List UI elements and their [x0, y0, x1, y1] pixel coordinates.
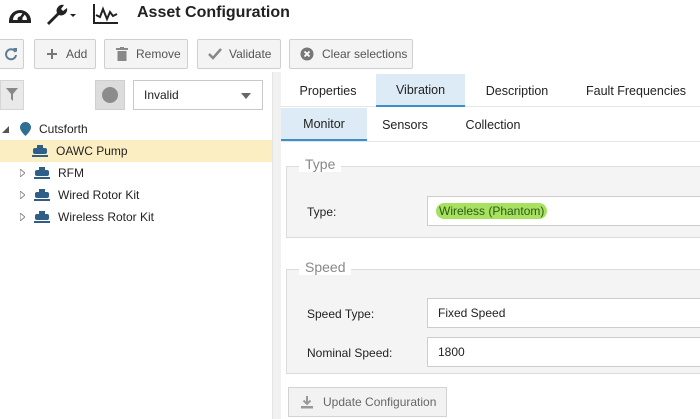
checkmark-icon — [207, 46, 223, 62]
asset-tree-pane: Invalid Cutsforth OAWC Pump RFM Wired Ro… — [0, 72, 272, 419]
location-pin-icon — [17, 122, 33, 136]
collapse-triangle-icon[interactable] — [1, 125, 9, 133]
expand-triangle-icon[interactable] — [18, 169, 26, 177]
tab-vibration[interactable]: Vibration — [376, 74, 465, 107]
download-arrow-icon — [299, 394, 315, 410]
speed-type-field[interactable]: Fixed Speed — [427, 298, 700, 328]
add-label: Add — [66, 47, 88, 61]
tree-node-cutsforth[interactable]: Cutsforth — [0, 118, 272, 140]
clear-selections-label: Clear selections — [322, 47, 408, 61]
nominal-speed-label: Nominal Speed: — [307, 346, 393, 360]
subtab-collection[interactable]: Collection — [451, 108, 535, 141]
status-indicator-button[interactable] — [95, 80, 125, 110]
type-value: Wireless (Phantom) — [436, 203, 548, 219]
tree-node-rfm[interactable]: RFM — [0, 162, 272, 184]
filter-button[interactable] — [0, 80, 24, 110]
subtab-label: Collection — [465, 117, 521, 132]
tree-node-label: Wireless Rotor Kit — [58, 210, 155, 224]
clear-circle-icon — [299, 46, 315, 62]
speed-type-value: Fixed Speed — [438, 306, 506, 320]
page-title: Asset Configuration — [137, 4, 290, 21]
type-label: Type: — [307, 205, 337, 219]
expand-triangle-icon[interactable] — [18, 191, 26, 199]
sub-tabs: Monitor Sensors Collection — [281, 108, 700, 142]
clear-selections-button[interactable]: Clear selections — [289, 39, 413, 69]
speedometer-icon[interactable] — [6, 2, 34, 26]
tree-node-label: Cutsforth — [39, 122, 88, 136]
funnel-icon — [6, 88, 18, 102]
tab-description[interactable]: Description — [467, 74, 567, 107]
tree-node-wired-rotor-kit[interactable]: Wired Rotor Kit — [0, 184, 272, 206]
tree-node-wireless-rotor-kit[interactable]: Wireless Rotor Kit — [0, 206, 272, 228]
trash-icon — [114, 46, 130, 62]
speed-legend: Speed — [299, 259, 352, 275]
remove-button[interactable]: Remove — [104, 39, 188, 69]
status-filter-select[interactable]: Invalid — [133, 80, 263, 110]
add-button[interactable]: Add — [34, 39, 96, 69]
subtab-label: Monitor — [303, 116, 345, 131]
type-fieldset: Type Type: Wireless (Phantom) — [286, 156, 700, 238]
speed-fieldset: Speed Speed Type: Fixed Speed Nominal Sp… — [286, 259, 700, 374]
tab-label: Description — [485, 83, 549, 98]
tab-label: Fault Frequencies — [586, 83, 687, 98]
pump-icon — [34, 166, 50, 180]
validate-label: Validate — [229, 47, 272, 61]
update-configuration-label: Update Configuration — [323, 395, 437, 409]
refresh-icon — [4, 47, 18, 61]
trend-chart-icon[interactable] — [92, 2, 120, 26]
chevron-down-icon — [241, 93, 251, 99]
tree-node-oawc-pump[interactable]: OAWC Pump — [0, 140, 272, 162]
nominal-speed-field[interactable]: 1800 — [427, 337, 700, 367]
pump-icon — [34, 210, 50, 224]
details-pane: Properties Vibration Description Fault F… — [281, 72, 700, 419]
tab-label: Vibration — [395, 82, 446, 97]
subtab-label: Sensors — [382, 117, 428, 132]
tab-properties[interactable]: Properties — [281, 74, 375, 107]
tab-label: Properties — [299, 83, 357, 98]
tab-fault-frequencies[interactable]: Fault Frequencies — [573, 74, 700, 107]
status-filter-value: Invalid — [144, 88, 179, 102]
subtab-monitor[interactable]: Monitor — [281, 108, 367, 141]
speed-type-label: Speed Type: — [307, 307, 375, 321]
tree-node-label: Wired Rotor Kit — [58, 188, 140, 202]
wrench-icon[interactable] — [44, 2, 80, 26]
tree-node-label: RFM — [58, 166, 84, 180]
status-circle-icon — [102, 87, 118, 103]
subtab-sensors[interactable]: Sensors — [369, 108, 441, 141]
plus-icon — [44, 46, 60, 62]
main-tabs: Properties Vibration Description Fault F… — [281, 74, 700, 107]
type-field[interactable]: Wireless (Phantom) — [427, 196, 700, 226]
pump-icon — [34, 188, 50, 202]
tree-node-label: OAWC Pump — [56, 144, 128, 158]
toolbar: Add Remove Validate Clear selections — [0, 37, 700, 70]
update-configuration-button[interactable]: Update Configuration — [288, 387, 447, 417]
type-legend: Type — [299, 156, 342, 172]
title-bar: Asset Configuration — [0, 0, 700, 30]
nominal-speed-value: 1800 — [438, 345, 465, 359]
remove-label: Remove — [136, 47, 181, 61]
refresh-button[interactable] — [0, 39, 24, 69]
validate-button[interactable]: Validate — [197, 39, 281, 69]
expand-triangle-icon[interactable] — [18, 213, 26, 221]
pane-splitter[interactable] — [272, 72, 281, 419]
pump-icon — [32, 144, 48, 158]
